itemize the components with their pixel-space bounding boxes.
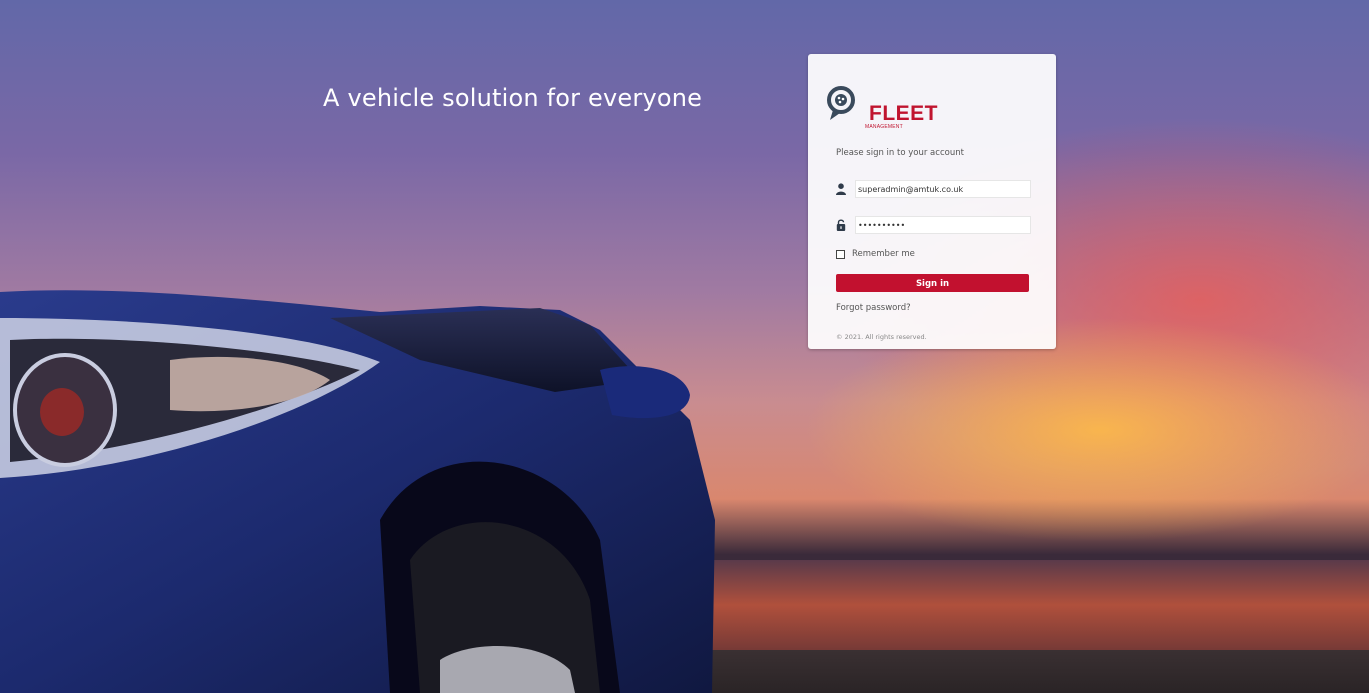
signin-prompt: Please sign in to your account — [836, 148, 964, 158]
password-input[interactable] — [855, 216, 1031, 234]
forgot-password-link[interactable]: Forgot password? — [836, 303, 911, 313]
email-input[interactable] — [855, 180, 1031, 198]
fleet-logo: FLEET MANAGEMENT — [827, 86, 938, 134]
remember-label: Remember me — [852, 249, 915, 259]
remember-checkbox[interactable] — [836, 250, 845, 259]
logo-subtext: MANAGEMENT — [865, 124, 903, 130]
email-field — [836, 180, 1031, 198]
user-icon — [836, 183, 846, 195]
location-pin-logo-icon — [827, 86, 855, 120]
logo-text: FLEET — [869, 102, 938, 125]
hero-tagline: A vehicle solution for everyone — [323, 84, 703, 112]
copyright-text: © 2021. All rights reserved. — [836, 333, 927, 341]
login-card: FLEET MANAGEMENT Please sign in to your … — [808, 54, 1056, 349]
sign-in-button[interactable]: Sign in — [836, 274, 1029, 292]
lock-icon — [836, 219, 846, 231]
password-field — [836, 216, 1031, 234]
